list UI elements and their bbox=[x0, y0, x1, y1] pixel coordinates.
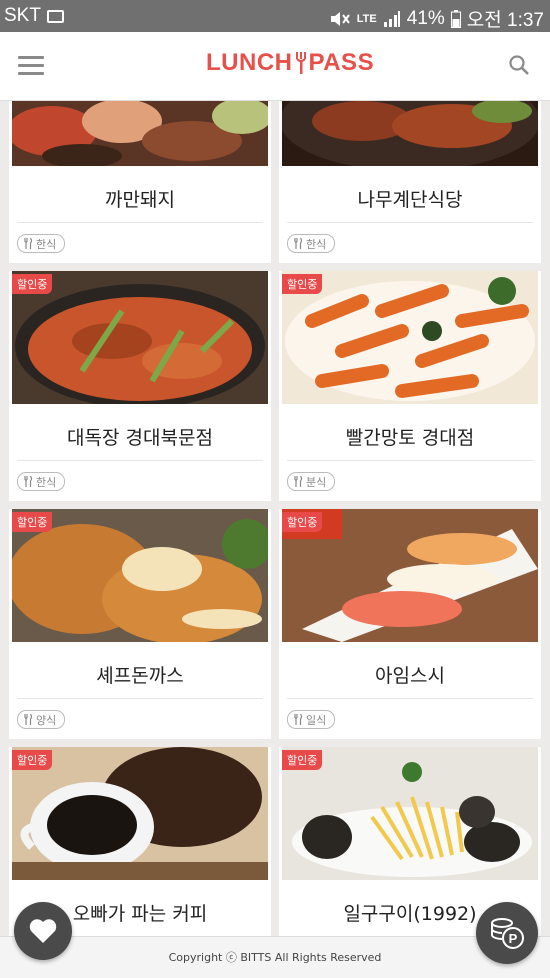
lunchpass-logo: LUNCH PASS bbox=[206, 49, 374, 77]
status-bar: SKT LTE 41% 오전 1:37 bbox=[0, 0, 550, 32]
fork-spoon-icon bbox=[24, 714, 33, 725]
heart-icon bbox=[29, 919, 57, 943]
category-label: 일식 bbox=[306, 713, 327, 727]
search-icon[interactable] bbox=[508, 54, 530, 76]
fork-spoon-icon bbox=[24, 238, 33, 249]
category-tag: 양식 bbox=[17, 710, 66, 729]
lte-label: LTE bbox=[356, 12, 377, 25]
discount-badge: 할인중 bbox=[282, 512, 323, 532]
card-divider bbox=[17, 222, 263, 223]
restaurant-card[interactable]: 할인중 셰프돈까스 양식 bbox=[9, 509, 271, 739]
restaurant-card[interactable]: 할인중 대독장 경대북문점 한식 bbox=[9, 271, 271, 501]
category-label: 한식 bbox=[36, 475, 57, 489]
fork-spoon-icon bbox=[294, 476, 303, 487]
mute-icon bbox=[330, 11, 350, 26]
card-divider bbox=[17, 698, 263, 699]
restaurant-name: 까만돼지 bbox=[105, 189, 175, 211]
category-label: 한식 bbox=[36, 237, 57, 251]
category-tag: 일식 bbox=[287, 710, 336, 729]
fork-spoon-icon bbox=[294, 238, 303, 249]
hamburger-menu-icon[interactable] bbox=[18, 56, 44, 76]
restaurant-name: 아임스시 bbox=[375, 665, 445, 687]
fork-spoon-icon bbox=[294, 714, 303, 725]
points-button[interactable]: P bbox=[476, 902, 538, 964]
fork-spoon-icon bbox=[24, 476, 33, 487]
restaurant-card[interactable]: 까만돼지 한식 bbox=[9, 101, 271, 263]
gallery-icon bbox=[46, 9, 64, 23]
fork-icon bbox=[295, 52, 306, 74]
favorites-button[interactable] bbox=[14, 902, 72, 960]
app-bar: LUNCH PASS bbox=[0, 32, 550, 101]
category-tag: 한식 bbox=[17, 472, 66, 491]
category-tag: 한식 bbox=[17, 234, 66, 253]
discount-badge: 할인중 bbox=[12, 750, 53, 770]
discount-badge: 할인중 bbox=[282, 274, 323, 294]
category-label: 양식 bbox=[36, 713, 57, 727]
signal-icon bbox=[383, 10, 400, 27]
category-label: 분식 bbox=[306, 475, 327, 489]
carrier-label: SKT bbox=[4, 5, 41, 26]
card-divider bbox=[287, 698, 533, 699]
svg-text:P: P bbox=[509, 931, 518, 946]
battery-percent: 41% bbox=[406, 7, 445, 29]
restaurant-name: 빨간망토 경대점 bbox=[345, 427, 475, 449]
footer: Copyright ⓒ BITTS All Rights Reserved bbox=[0, 936, 550, 978]
logo-left: LUNCH bbox=[206, 49, 293, 76]
restaurant-card[interactable]: 나무계단식당 한식 bbox=[279, 101, 541, 263]
discount-badge: 할인중 bbox=[282, 750, 323, 770]
battery-icon bbox=[450, 9, 461, 28]
coin-icon: P bbox=[491, 918, 524, 949]
clock: 오전 1:37 bbox=[466, 10, 544, 31]
discount-badge: 할인중 bbox=[12, 274, 53, 294]
card-divider bbox=[287, 460, 533, 461]
category-tag: 분식 bbox=[287, 472, 336, 491]
restaurant-name: 대독장 경대북문점 bbox=[67, 427, 213, 449]
restaurant-photo bbox=[12, 101, 268, 166]
category-label: 한식 bbox=[306, 237, 327, 251]
category-tag: 한식 bbox=[287, 234, 336, 253]
logo-right: PASS bbox=[308, 49, 375, 76]
restaurant-name: 셰프돈까스 bbox=[96, 665, 184, 687]
restaurant-card[interactable]: 할인중 아임스시 일식 bbox=[279, 509, 541, 739]
card-divider bbox=[17, 460, 263, 461]
restaurant-name: 나무계단식당 bbox=[357, 189, 463, 211]
card-divider bbox=[287, 222, 533, 223]
restaurant-card[interactable]: 할인중 빨간망토 경대점 분식 bbox=[279, 271, 541, 501]
restaurant-photo bbox=[282, 101, 538, 166]
discount-badge: 할인중 bbox=[12, 512, 53, 532]
copyright-text: Copyright ⓒ BITTS All Rights Reserved bbox=[168, 951, 382, 964]
